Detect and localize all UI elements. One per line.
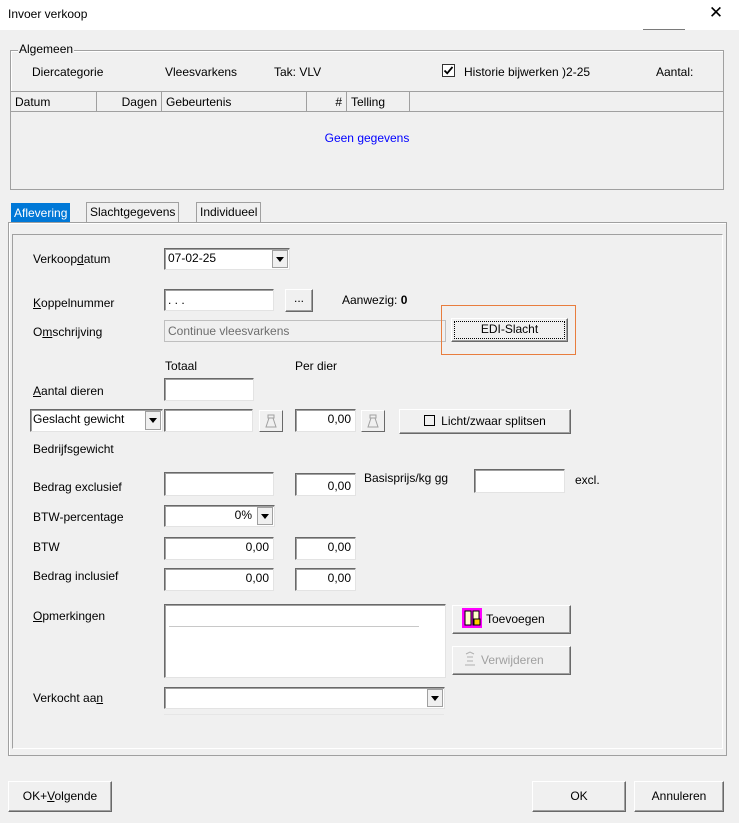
column-header-dagen[interactable]: Dagen [97,92,162,112]
btw-totaal-field[interactable]: 0,00 [164,537,274,560]
omschrijving-label: Omschrijving [33,325,103,339]
verkocht-aan-select[interactable] [164,687,445,709]
history-listview[interactable]: Datum Dagen Gebeurtenis # Telling Geen g… [11,91,723,189]
column-header-nummer[interactable]: # [307,92,347,112]
column-header-telling[interactable]: Telling [347,92,410,112]
window-title: Invoer verkoop [8,7,88,21]
tab-aflevering[interactable]: Aflevering [11,203,71,222]
opmerkingen-label: Opmerkingen [33,609,106,623]
toevoegen-button[interactable]: Toevoegen [452,605,571,634]
tak-label: Tak: VLV [274,65,322,79]
title-bar: Invoer verkoop ✕ [0,0,739,30]
opmerkingen-list[interactable] [164,604,446,678]
tab-individueel[interactable]: Individueel [196,202,262,222]
omschrijving-field[interactable]: Continue vleesvarkens [164,320,446,342]
chevron-down-icon[interactable] [257,507,273,525]
totaal-gewicht-field[interactable] [164,409,253,432]
opmerkingen-divider [169,626,419,627]
aanwezig-label: Aanwezig: 0 [342,293,408,307]
verkocht-aan-underline [164,714,444,715]
per-dier-gewicht-field[interactable]: 0,00 [295,409,356,432]
btw-percentage-select[interactable]: 0% [164,505,275,527]
totaal-header: Totaal [165,359,198,373]
chevron-down-icon[interactable] [272,250,288,268]
column-header-datum[interactable]: Datum [11,92,97,112]
koppelnummer-label: Koppelnummer [33,296,115,310]
scale-icon[interactable] [259,410,283,432]
aanwezig-value: 0 [400,293,408,307]
listview-empty-text: Geen gegevens [324,131,410,145]
checkbox-icon [424,415,436,426]
algemeen-legend: Algemeen [18,42,75,56]
aantal-label: Aantal: [656,65,694,79]
tab-slachtgegevens[interactable]: Slachtgegevens [86,202,180,222]
basisprijs-label: Basisprijs/kg gg [364,471,449,485]
bedrag-exclusief-label: Bedrag exclusief [33,480,122,494]
scale-icon[interactable] [361,410,385,432]
aantal-dieren-label: Aantal dieren [33,384,104,398]
close-icon[interactable]: ✕ [705,3,727,25]
ok-volgende-button[interactable]: OK+Volgende [8,781,112,812]
historie-checkbox[interactable] [442,64,455,77]
bedrag-exclusief-totaal-field[interactable] [164,472,274,496]
listview-header: Datum Dagen Gebeurtenis # Telling [11,92,723,112]
chevron-down-icon[interactable] [145,411,161,430]
verkoopdatum-label: Verkoopdatum [33,252,111,266]
chevron-down-icon[interactable] [427,689,443,707]
diercategorie-value: Vleesvarkens [165,65,238,79]
koppelnummer-browse-button[interactable]: ... [285,289,313,312]
gewicht-type-select[interactable]: Geslacht gewicht [30,409,163,432]
verkocht-aan-label: Verkocht aan [33,691,104,705]
aantal-dieren-field[interactable] [164,378,254,401]
column-header-gebeurtenis[interactable]: Gebeurtenis [162,92,307,112]
historie-label: Historie bijwerken )2-25 [464,65,591,79]
bedrijfsgewicht-label: Bedrijfsgewicht [33,442,114,456]
verwijderen-button[interactable]: Verwijderen [452,646,571,675]
bedrag-exclusief-per-dier-field[interactable]: 0,00 [295,473,356,496]
titlebar-divider [643,29,685,30]
edi-slacht-button[interactable]: EDI-Slacht [451,318,568,342]
btw-percentage-label: BTW-percentage [33,510,124,524]
verwijderen-icon [462,650,478,666]
diercategorie-label: Diercategorie [32,65,104,79]
annuleren-button[interactable]: Annuleren [634,781,724,812]
btw-per-dier-field[interactable]: 0,00 [295,537,356,560]
koppelnummer-field[interactable]: . . . [164,289,274,311]
verkoopdatum-picker[interactable]: 07-02-25 [164,248,290,270]
ok-button[interactable]: OK [532,781,626,812]
toevoegen-icon [462,608,482,628]
per-dier-header: Per dier [295,359,338,373]
btw-label: BTW [33,540,60,554]
bedrag-inclusief-totaal-field[interactable]: 0,00 [164,568,274,591]
bedrag-inclusief-label: Bedrag inclusief [33,569,119,583]
bedrag-inclusief-per-dier-field[interactable]: 0,00 [295,568,356,591]
excl-label: excl. [575,473,600,487]
basisprijs-field[interactable] [474,469,565,493]
licht-zwaar-splitsen-button[interactable]: Licht/zwaar splitsen [399,409,571,434]
